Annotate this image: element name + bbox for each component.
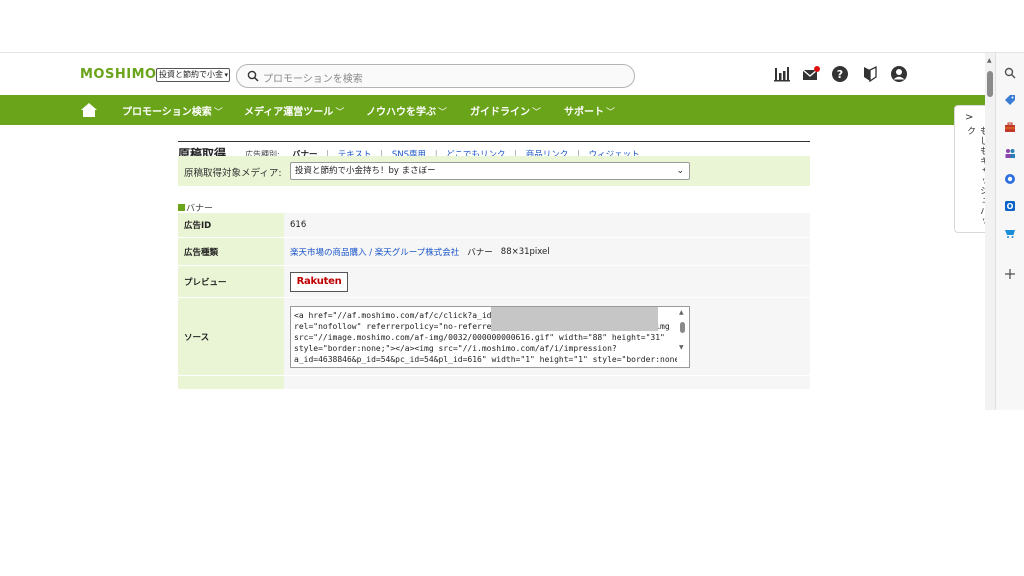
browser-sidebar: O — [995, 53, 1024, 410]
report-chart-icon[interactable] — [773, 65, 791, 83]
chevron-down-icon: ﹀ — [438, 108, 448, 118]
textarea-scrollbar[interactable]: ▲ ▼ — [677, 306, 689, 367]
table-row: 広告種類 楽天市場の商品購入 / 楽天グループ株式会社 バナー 88×31pix… — [178, 238, 810, 266]
title-divider — [178, 141, 810, 142]
search-icon — [247, 70, 259, 82]
table-row: ソース <a href="//af.moshimo.com/af/c/click… — [178, 298, 810, 376]
nav-item-knowhow[interactable]: ノウハウを学ぶ ﹀ — [366, 103, 447, 118]
preview-cell: Rakuten — [284, 266, 810, 297]
row-label: 広告種類 — [178, 238, 284, 265]
people-icon[interactable] — [1004, 147, 1016, 159]
nav-item-media-tools[interactable]: メディア運営ツール ﹀ — [244, 103, 344, 118]
ad-details-table: 広告ID 616 広告種類 楽天市場の商品購入 / 楽天グループ株式会社 バナー… — [178, 213, 810, 390]
page-scrollbar[interactable]: ▲ — [985, 53, 995, 410]
site-header: MOSHIMO 投資と節約で小金 ▾ プロモーションを検索 ? — [0, 53, 985, 95]
table-row: 広告ID 616 — [178, 213, 810, 238]
toolbox-icon[interactable] — [1004, 121, 1016, 133]
table-row: プレビュー Rakuten — [178, 266, 810, 298]
search-input[interactable]: プロモーションを検索 — [263, 70, 363, 85]
add-icon[interactable] — [1004, 268, 1016, 280]
target-media-value: 投資と節約で小金持ち！by まさぼー — [295, 166, 436, 176]
account-icon[interactable] — [890, 65, 908, 83]
ad-kind-value: 楽天市場の商品購入 / 楽天グループ株式会社 バナー 88×31pixel — [284, 238, 810, 265]
row-value-partial — [284, 376, 810, 389]
green-square-icon — [178, 204, 185, 211]
copilot-icon[interactable] — [1004, 173, 1016, 185]
scroll-up-icon[interactable]: ▲ — [987, 57, 992, 64]
chevron-down-icon: ﹀ — [335, 108, 345, 118]
shopping-icon[interactable] — [1004, 227, 1016, 239]
moshimo-logo[interactable]: MOSHIMO — [80, 67, 157, 82]
row-label: プレビュー — [178, 266, 284, 297]
search-box[interactable]: プロモーションを検索 — [236, 64, 635, 88]
scroll-up-icon[interactable]: ▲ — [679, 309, 684, 316]
cashback-side-tab[interactable]: > もしもキャッシュバック — [954, 105, 988, 233]
row-label: 広告ID — [178, 213, 284, 237]
screen: MOSHIMO 投資と節約で小金 ▾ プロモーションを検索 ? プロモーション検… — [0, 0, 1024, 576]
target-media-select[interactable]: 投資と節約で小金持ち！by まさぼー ⌄ — [290, 162, 690, 180]
ad-id-value: 616 — [284, 213, 810, 237]
outlook-icon[interactable]: O — [1004, 200, 1016, 212]
svg-text:?: ? — [837, 68, 843, 81]
chevron-down-icon: ▾ — [224, 71, 228, 79]
browser-viewport: MOSHIMO 投資と節約で小金 ▾ プロモーションを検索 ? プロモーション検… — [0, 52, 1024, 410]
search-icon[interactable] — [1004, 67, 1016, 79]
help-icon[interactable]: ? — [831, 65, 849, 83]
target-media-row: 原稿取得対象メディア: 投資と節約で小金持ち！by まさぼー ⌄ — [178, 156, 810, 186]
mail-icon[interactable] — [802, 65, 820, 83]
row-label-partial — [178, 376, 284, 389]
nav-item-support[interactable]: サポート ﹀ — [564, 103, 615, 118]
scroll-down-icon[interactable]: ▼ — [679, 344, 684, 351]
textarea-scroll-thumb[interactable] — [680, 321, 685, 333]
nav-item-promotion-search[interactable]: プロモーション検索 ﹀ — [122, 103, 223, 118]
chevron-down-icon: ﹀ — [213, 108, 223, 118]
source-code-textarea[interactable]: <a href="//af.moshimo.com/af/c/click?a_i… — [290, 305, 690, 368]
table-row — [178, 376, 810, 390]
redacted-area — [491, 306, 658, 331]
ad-kind-size: 88×31pixel — [500, 246, 550, 257]
chevron-right-icon: > — [965, 112, 974, 123]
chevron-down-icon: ﹀ — [606, 108, 616, 118]
source-cell: <a href="//af.moshimo.com/af/c/click?a_i… — [284, 298, 810, 375]
target-media-label: 原稿取得対象メディア: — [184, 168, 282, 179]
tag-icon[interactable] — [1004, 94, 1016, 106]
chevron-down-icon: ﹀ — [532, 108, 542, 118]
svg-text:O: O — [1007, 202, 1014, 211]
rakuten-banner-preview[interactable]: Rakuten — [290, 271, 348, 292]
row-label: ソース — [178, 298, 284, 375]
main-nav: プロモーション検索 ﹀ メディア運営ツール ﹀ ノウハウを学ぶ ﹀ ガイドライン ﹀ サ… — [0, 95, 985, 125]
ad-kind-type: バナー — [467, 247, 493, 258]
nav-item-guidelines[interactable]: ガイドライン ﹀ — [470, 103, 541, 118]
chevron-down-icon: ⌄ — [676, 166, 684, 176]
page-scroll-thumb[interactable] — [987, 71, 993, 97]
header-media-select-value: 投資と節約で小金 — [159, 70, 223, 79]
home-icon[interactable] — [80, 101, 98, 119]
header-media-select[interactable]: 投資と節約で小金 ▾ — [156, 68, 230, 82]
beginner-mark-icon[interactable] — [861, 65, 879, 83]
program-link[interactable]: 楽天市場の商品購入 / 楽天グループ株式会社 — [290, 246, 459, 258]
